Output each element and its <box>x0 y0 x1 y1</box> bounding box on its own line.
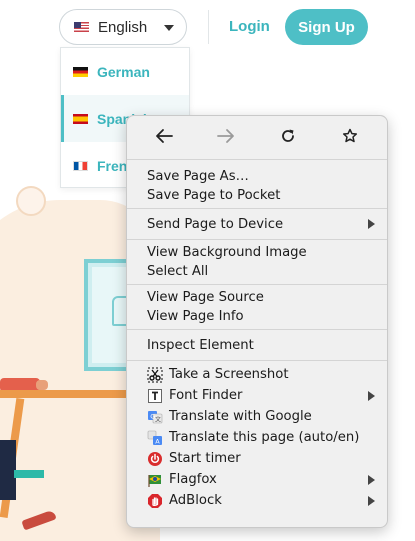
menu-item-label: Translate with Google <box>169 409 312 424</box>
menu-item-label: Start timer <box>169 451 241 466</box>
timer-power-icon <box>147 451 163 467</box>
submenu-arrow-icon <box>368 474 375 485</box>
menu-send-to-device[interactable]: Send Page to Device <box>127 212 387 236</box>
flagfox-icon <box>147 472 163 488</box>
flag-de-icon <box>73 66 88 77</box>
menu-separator <box>127 239 387 240</box>
header-divider <box>208 10 209 44</box>
menu-item-label: AdBlock <box>169 493 222 508</box>
menu-item-label: Flagfox <box>169 472 217 487</box>
translate-page-icon: A <box>147 430 163 446</box>
menu-select-all[interactable]: Select All <box>127 262 387 281</box>
login-link[interactable]: Login <box>229 18 270 35</box>
bookmark-star-icon <box>342 128 358 143</box>
reload-icon <box>282 129 294 142</box>
screenshot-scissors-icon <box>147 366 163 383</box>
language-selector-label: English <box>98 18 148 36</box>
language-option-label: German <box>97 63 150 80</box>
menu-separator <box>127 208 387 209</box>
menu-save-page-as[interactable]: Save Page As… <box>127 167 387 186</box>
menu-view-page-info[interactable]: View Page Info <box>127 307 387 326</box>
reload-button[interactable] <box>268 121 308 151</box>
menu-separator <box>127 284 387 285</box>
menu-separator <box>127 360 387 361</box>
adblock-hand-icon <box>147 493 163 509</box>
menu-view-page-source[interactable]: View Page Source <box>127 288 387 307</box>
menu-view-background-image[interactable]: View Background Image <box>127 243 387 262</box>
menu-item-label: Translate this page (auto/en) <box>169 430 360 445</box>
svg-text:A: A <box>155 437 160 445</box>
google-translate-icon: G文 <box>147 409 163 425</box>
bookmark-button[interactable] <box>330 121 370 151</box>
menu-separator <box>127 329 387 330</box>
menu-separator <box>127 159 387 160</box>
menu-item-label: Take a Screenshot <box>169 367 289 382</box>
back-button[interactable] <box>144 121 184 151</box>
menu-save-to-pocket[interactable]: Save Page to Pocket <box>127 186 387 205</box>
page: English Login Sign Up German Spanish Fre… <box>0 0 415 541</box>
menu-item-label: Font Finder <box>169 388 243 403</box>
submenu-arrow-icon <box>368 495 375 506</box>
menu-start-timer[interactable]: Start timer <box>127 448 387 469</box>
desk-top <box>0 390 128 398</box>
submenu-arrow-icon <box>368 390 375 401</box>
language-selector[interactable]: English <box>59 9 187 45</box>
menu-translate-page[interactable]: A Translate this page (auto/en) <box>127 427 387 448</box>
flag-fr-icon <box>73 160 88 171</box>
forward-icon <box>217 129 234 143</box>
back-icon <box>156 129 173 143</box>
signup-button[interactable]: Sign Up <box>285 9 368 45</box>
font-finder-icon <box>147 388 163 404</box>
context-menu-nav <box>127 116 387 156</box>
menu-take-screenshot[interactable]: Take a Screenshot <box>127 364 387 385</box>
menu-adblock[interactable]: AdBlock <box>127 490 387 511</box>
menu-translate-google[interactable]: G文 Translate with Google <box>127 406 387 427</box>
flag-us-icon <box>74 22 89 32</box>
language-option-german[interactable]: German <box>61 48 189 95</box>
forward-button[interactable] <box>206 121 246 151</box>
menu-item-label: Send Page to Device <box>147 216 284 232</box>
person-sock <box>14 470 44 478</box>
flag-es-icon <box>73 113 88 124</box>
menu-inspect-element[interactable]: Inspect Element <box>127 333 387 357</box>
submenu-arrow-icon <box>368 219 375 229</box>
person-hand <box>36 380 48 390</box>
decorative-circle <box>16 186 46 216</box>
svg-text:文: 文 <box>155 415 161 423</box>
menu-font-finder[interactable]: Font Finder <box>127 385 387 406</box>
chevron-down-icon <box>164 25 174 31</box>
menu-flagfox[interactable]: Flagfox <box>127 469 387 490</box>
context-menu: Save Page As… Save Page to Pocket Send P… <box>126 115 388 528</box>
